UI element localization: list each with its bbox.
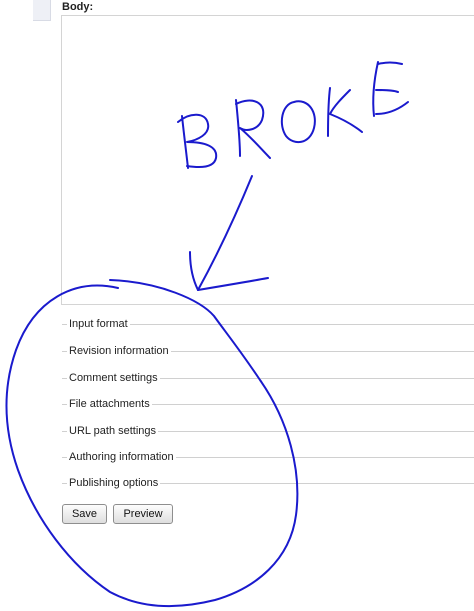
fieldset-file-attachments[interactable]: File attachments [62,398,474,412]
fieldset-legend-comment-settings[interactable]: Comment settings [67,372,160,384]
sidebar-tab [33,0,51,21]
fieldset-publishing-options[interactable]: Publishing options [62,477,474,491]
fieldset-comment-settings[interactable]: Comment settings [62,372,474,386]
save-button[interactable]: Save [62,504,107,524]
fieldset-revision-information[interactable]: Revision information [62,345,474,359]
fieldset-legend-revision-information[interactable]: Revision information [67,345,171,357]
fieldset-authoring-information[interactable]: Authoring information [62,451,474,465]
body-label: Body: [62,1,94,13]
fieldset-legend-file-attachments[interactable]: File attachments [67,398,152,410]
fieldset-legend-url-path-settings[interactable]: URL path settings [67,425,159,437]
fieldset-legend-authoring-information[interactable]: Authoring information [67,451,176,463]
preview-button[interactable]: Preview [113,504,173,524]
body-textarea[interactable] [61,15,474,305]
fieldset-input-format[interactable]: Input format [62,318,474,332]
fieldset-legend-input-format[interactable]: Input format [67,318,130,330]
fieldset-legend-publishing-options[interactable]: Publishing options [67,477,161,489]
fieldset-url-path-settings[interactable]: URL path settings [62,425,474,439]
